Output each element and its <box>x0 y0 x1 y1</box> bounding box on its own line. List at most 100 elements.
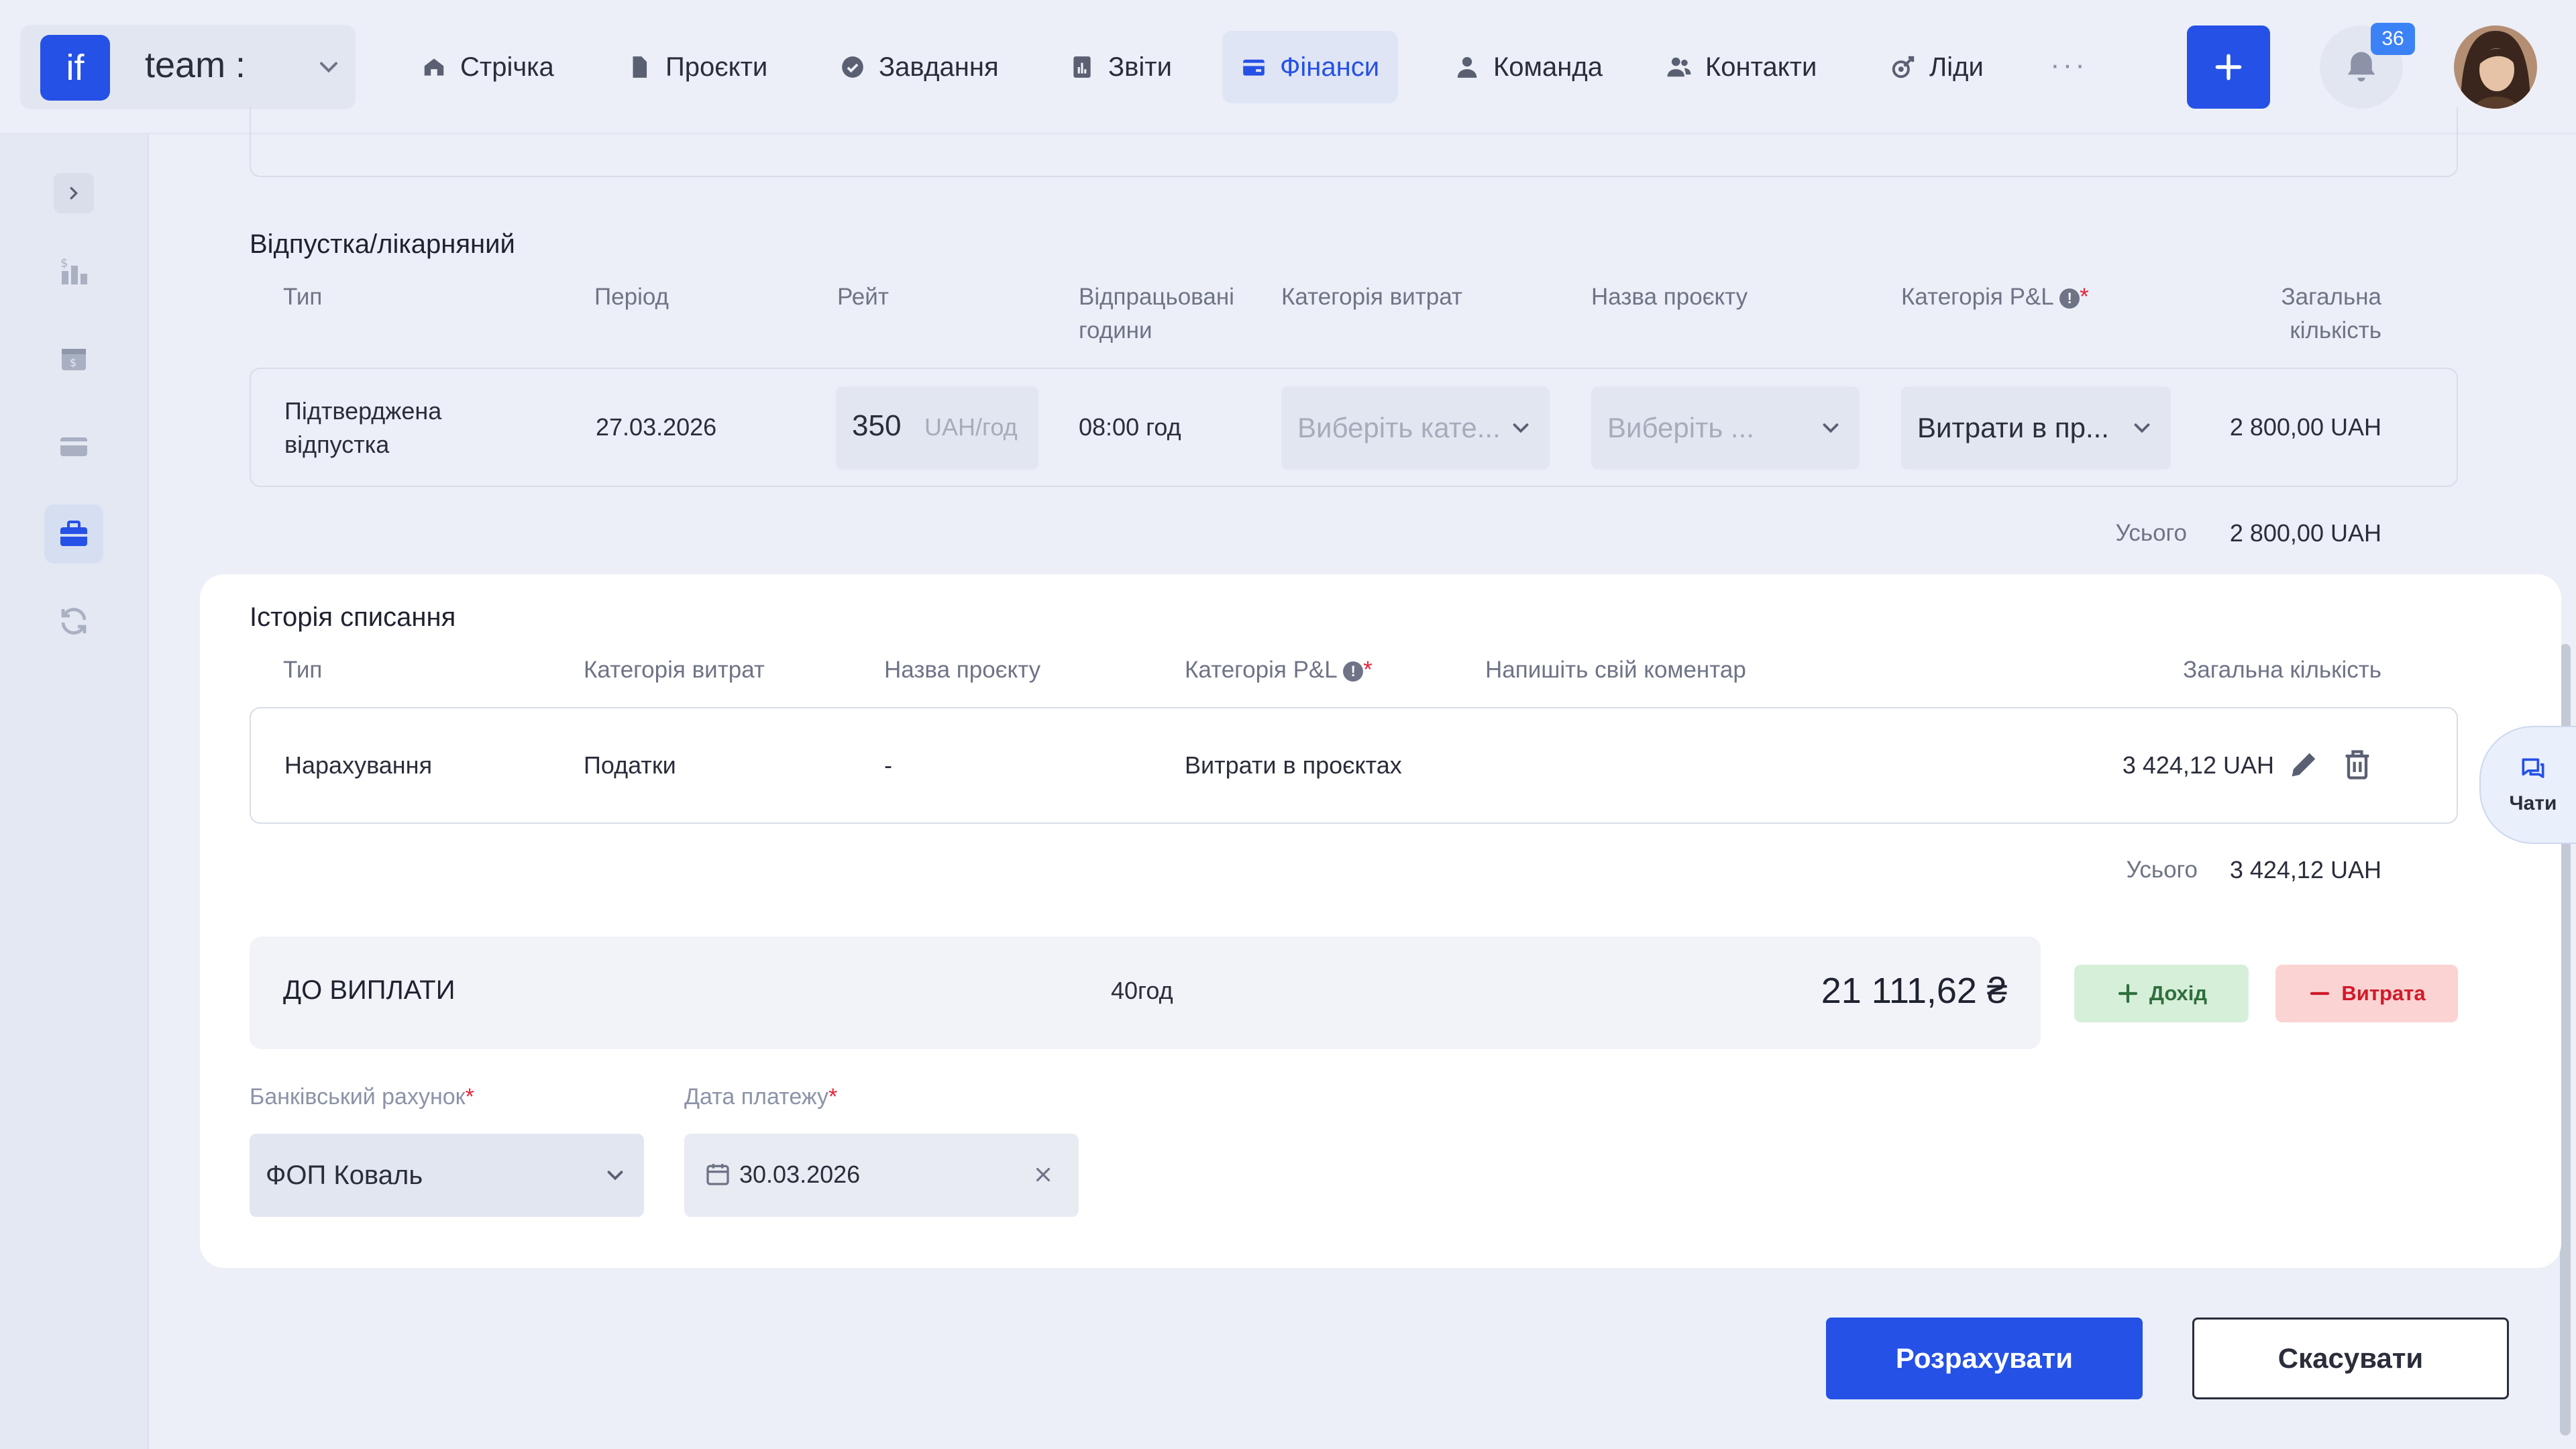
chevron-down-icon <box>1513 423 1529 433</box>
chats-button[interactable]: Чати <box>2479 726 2576 844</box>
history-col-comment: Напишіть свій коментар <box>1485 657 1746 683</box>
nav-item-label: Стрічка <box>460 52 554 82</box>
project-placeholder: Виберіть ... <box>1607 412 1754 443</box>
required-marker: * <box>1363 657 1373 683</box>
sidebar-expand-button[interactable] <box>54 173 94 213</box>
report-icon <box>1073 56 1091 78</box>
chevron-right-icon <box>70 186 78 200</box>
chevron-down-icon <box>1823 423 1839 433</box>
rate-input-value: 350 <box>852 409 902 442</box>
payout-amount: 21 111,62 ₴ <box>1821 971 2007 1011</box>
leave-col-pl-category: Категорія P&L ! * <box>1901 280 2089 314</box>
chevron-down-icon <box>607 1171 623 1181</box>
leave-col-total-line1: Загальна <box>2281 284 2381 310</box>
add-expense-button[interactable]: Витрата <box>2275 965 2458 1022</box>
sidebar-item-sync[interactable] <box>44 592 103 651</box>
chats-label: Чати <box>2509 792 2557 814</box>
minus-icon <box>2310 991 2330 996</box>
nav-item-contacts[interactable]: Контакти <box>1648 31 1835 103</box>
nav-item-label: Фінанси <box>1280 52 1380 82</box>
add-button[interactable] <box>2187 25 2270 109</box>
nav-item-leads[interactable]: Ліди <box>1872 31 2002 103</box>
project-select[interactable]: Виберіть ... <box>1591 386 1860 470</box>
plus-icon <box>2215 54 2242 80</box>
bank-account-label-text: Банківський рахунок <box>250 1084 466 1110</box>
trash-icon <box>2345 750 2369 780</box>
rate-input-unit: UAH/год <box>924 413 1018 441</box>
pl-category-select[interactable]: Витрати в пр... <box>1901 386 2171 470</box>
file-icon <box>633 56 647 78</box>
history-col-total: Загальна кількість <box>2183 657 2381 683</box>
leave-col-hours: Відпрацьовані години <box>1079 280 1234 347</box>
nav-item-finance[interactable]: Фінанси <box>1222 31 1399 103</box>
more-menu-button[interactable]: ··· <box>2050 48 2088 82</box>
chevron-down-icon <box>319 62 338 73</box>
bank-account-select[interactable]: ФОП Коваль <box>250 1134 644 1217</box>
nav-item-label: Завдання <box>879 52 999 82</box>
history-section-title: Історія списання <box>250 602 456 632</box>
leave-row-type: Підтверджена відпустка <box>284 394 441 462</box>
nav-item-label: Ліди <box>1929 52 1984 82</box>
user-icon <box>1457 56 1477 78</box>
check-circle-icon <box>842 56 863 78</box>
refresh-icon <box>61 608 87 635</box>
leave-row-hours: 08:00 год <box>1079 413 1181 441</box>
home-icon <box>424 58 444 76</box>
cancel-button[interactable]: Скасувати <box>2192 1318 2509 1399</box>
leave-sum-label: Усього <box>2115 520 2187 546</box>
leave-col-total-line2: кількість <box>2290 317 2381 343</box>
pencil-icon <box>2292 753 2316 777</box>
history-row-total: 3 424,12 UAH <box>2122 751 2274 779</box>
add-expense-label: Витрата <box>2341 981 2426 1005</box>
briefcase-icon <box>60 521 87 546</box>
leave-row-type-line2: відпустка <box>284 431 390 458</box>
sidebar-item-cards[interactable] <box>44 417 103 476</box>
svg-text:$: $ <box>60 256 68 270</box>
info-icon[interactable]: ! <box>2059 288 2080 309</box>
nav-item-label: Проєкти <box>665 52 768 82</box>
history-col-type: Тип <box>283 657 323 683</box>
add-income-label: Дохід <box>2149 981 2208 1005</box>
sidebar-item-payroll[interactable] <box>44 504 103 564</box>
expense-category-select[interactable]: Виберіть кате... <box>1281 386 1550 470</box>
sidebar-item-finance-reports[interactable]: $ <box>44 241 103 301</box>
nav-item-tasks[interactable]: Завдання <box>821 31 1018 103</box>
add-income-button[interactable]: Дохід <box>2074 965 2249 1022</box>
bank-account-value: ФОП Коваль <box>266 1160 423 1190</box>
pl-category-label: Категорія P&L <box>1185 657 1337 683</box>
history-row-expense-category: Податки <box>584 751 676 779</box>
leave-col-hours-line1: Відпрацьовані <box>1079 284 1234 310</box>
payment-date-value: 30.03.2026 <box>739 1161 861 1188</box>
clear-date-icon[interactable] <box>1032 1163 1055 1186</box>
required-marker: * <box>2080 284 2089 310</box>
leave-row-type-line1: Підтверджена <box>284 397 442 425</box>
svg-text:$: $ <box>70 356 76 369</box>
nav-item-label: Контакти <box>1705 52 1817 82</box>
leave-col-total: Загальна кількість <box>2183 280 2381 347</box>
card-icon <box>60 437 87 456</box>
edit-button[interactable] <box>2286 747 2321 782</box>
delete-button[interactable] <box>2340 747 2375 782</box>
nav-item-team[interactable]: Команда <box>1436 31 1621 103</box>
nav-item-feed[interactable]: Стрічка <box>402 31 573 103</box>
wallet-icon <box>1243 59 1265 76</box>
leads-icon <box>1892 56 1915 78</box>
leave-sum-value: 2 800,00 UAH <box>2229 519 2381 547</box>
sidebar-item-calendar[interactable]: $ <box>44 329 103 388</box>
pl-category-value: Витрати в пр... <box>1917 412 2109 443</box>
leave-col-project: Назва проєкту <box>1591 284 1748 310</box>
notification-count-badge: 36 <box>2371 23 2415 55</box>
chevron-down-icon <box>2134 423 2150 433</box>
leave-row-period: 27.03.2026 <box>596 413 717 441</box>
leave-section-title: Відпустка/лікарняний <box>250 229 515 259</box>
nav-item-projects[interactable]: Проєкти <box>608 31 786 103</box>
nav-item-reports[interactable]: Звіти <box>1051 31 1191 103</box>
leave-col-expense-category: Категорія витрат <box>1281 284 1462 310</box>
leave-row-total: 2 800,00 UAH <box>2229 413 2381 441</box>
expense-category-placeholder: Виберіть кате... <box>1297 412 1501 443</box>
history-row-type: Нарахування <box>284 751 433 779</box>
required-marker: * <box>828 1084 838 1110</box>
avatar[interactable] <box>2454 25 2537 109</box>
calculate-button[interactable]: Розрахувати <box>1826 1318 2143 1399</box>
info-icon[interactable]: ! <box>1343 661 1364 682</box>
